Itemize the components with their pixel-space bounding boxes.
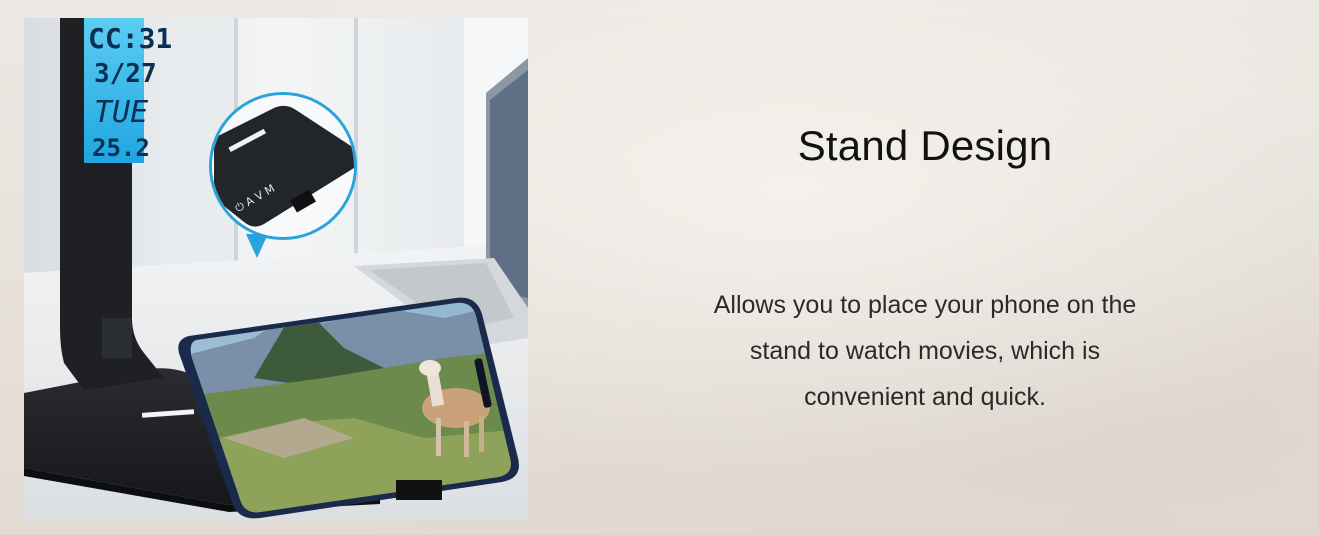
svg-text:TUE: TUE (94, 95, 148, 130)
feature-banner: CC:31 3/27 TUE 25.2 ⏻ A V M Stand Design… (0, 0, 1319, 535)
svg-text:25.2: 25.2 (92, 134, 150, 162)
feature-title: Stand Design (797, 122, 1053, 169)
feature-text: Stand Design Allows you to place your ph… (560, 0, 1290, 535)
svg-text:3/27: 3/27 (94, 59, 157, 89)
product-photo: CC:31 3/27 TUE 25.2 ⏻ A V M (24, 18, 528, 520)
feature-description: Allows you to place your phone on the st… (713, 291, 1137, 411)
svg-text:CC:31: CC:31 (88, 22, 172, 55)
